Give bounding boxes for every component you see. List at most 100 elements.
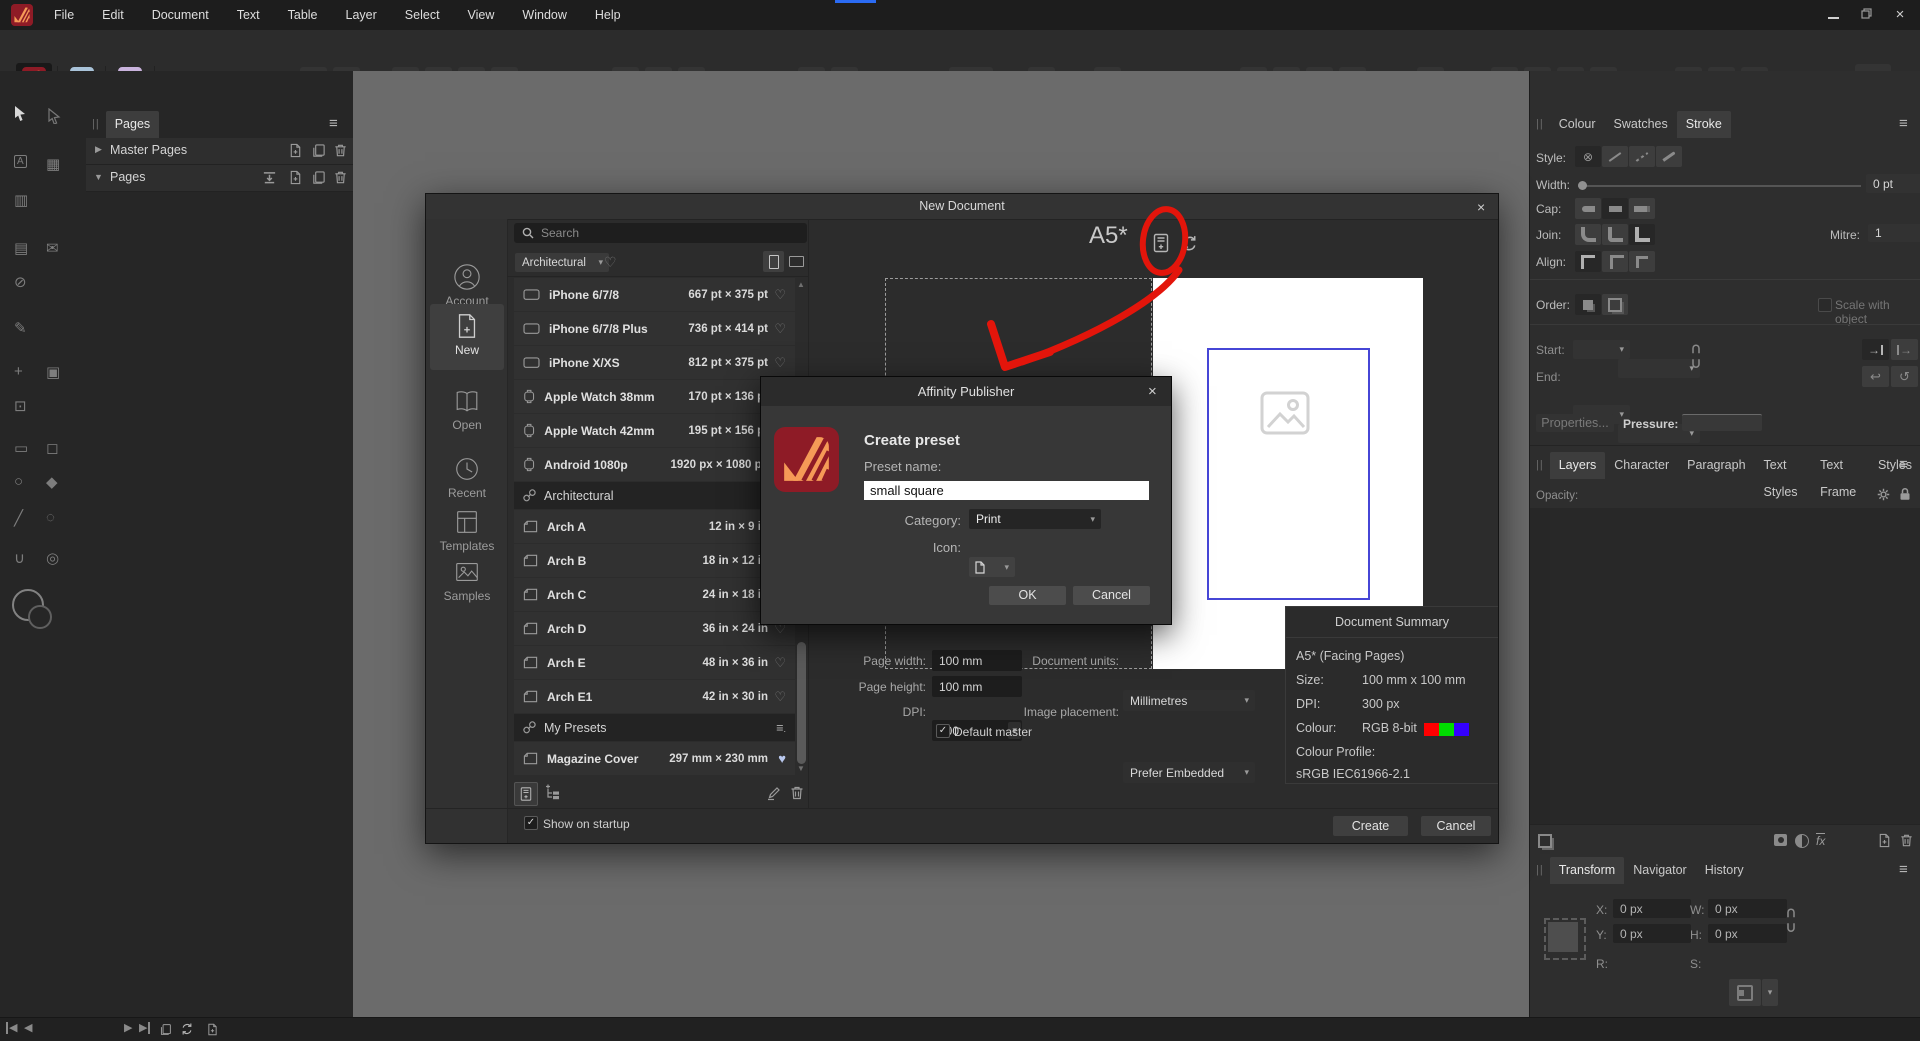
blend-options-gear-icon[interactable] — [1877, 488, 1890, 501]
menu-document[interactable]: Document — [138, 0, 223, 30]
move-pages-icon[interactable] — [262, 170, 277, 185]
category-dropdown[interactable]: Print ▾ — [969, 509, 1101, 529]
menu-window[interactable]: Window — [508, 0, 580, 30]
h-field[interactable]: 0 px — [1708, 924, 1787, 943]
previous-page-button[interactable]: ◀ — [24, 1021, 32, 1034]
preset-row[interactable]: Arch E 48 in × 36 in ♡ — [514, 646, 795, 679]
stroke-style-dash-button[interactable] — [1629, 146, 1655, 167]
create-button[interactable]: Create — [1333, 816, 1408, 836]
eyedropper-tool-icon[interactable]: ╱ — [14, 509, 23, 527]
transparency-tool-icon[interactable]: ⊘ — [14, 273, 27, 291]
pages-panel-menu-icon[interactable]: ≡ — [329, 115, 338, 132]
preset-row[interactable]: Apple Watch 38mm170 pt × 136 pt♡ — [514, 380, 795, 413]
last-page-button[interactable]: ▶​ — [139, 1021, 151, 1034]
icon-dropdown[interactable]: ▾ — [969, 557, 1015, 577]
menu-layer[interactable]: Layer — [332, 0, 391, 30]
favourite-heart-icon[interactable]: ♡ — [768, 655, 786, 671]
cancel-preset-button[interactable]: Cancel — [1073, 586, 1150, 605]
chevron-down-icon[interactable]: ▼ — [94, 172, 103, 182]
add-category-button[interactable] — [544, 784, 561, 801]
pages-overview-icon[interactable] — [206, 1023, 219, 1036]
favourites-filter-heart-icon[interactable]: ♡ — [604, 254, 617, 271]
tab-history[interactable]: History — [1696, 857, 1753, 884]
preset-row[interactable]: iPhone 6/7/8 667 pt × 375 pt ♡ — [514, 278, 795, 311]
close-window-button[interactable]: × — [1885, 0, 1915, 30]
order-front-button[interactable] — [1575, 294, 1601, 315]
favourite-heart-icon[interactable]: ♡ — [768, 321, 786, 337]
section-menu-icon[interactable]: ≡. — [776, 721, 786, 735]
swap-arrows-button[interactable]: ↩ — [1862, 366, 1889, 387]
join-round-button[interactable] — [1575, 224, 1601, 245]
tab-navigator[interactable]: Navigator — [1624, 857, 1696, 884]
master-pages-row[interactable]: ▶ Master Pages — [86, 138, 353, 165]
nav-samples[interactable]: Samples — [430, 550, 504, 610]
arrow-align-tip-button[interactable]: → — [1862, 339, 1889, 360]
menu-text[interactable]: Text — [223, 0, 274, 30]
fill-tool-icon[interactable]: ◌ — [46, 509, 55, 526]
rectangle-tool-icon[interactable]: ▭ — [14, 439, 28, 457]
preset-row[interactable]: iPhone 6/7/8 Plus 736 pt × 414 pt ♡ — [514, 312, 795, 345]
save-preset-button[interactable] — [514, 782, 538, 806]
w-field[interactable]: 0 px — [1708, 899, 1787, 918]
frame-text-tool-icon[interactable]: ▥ — [14, 191, 28, 209]
cancel-button[interactable]: Cancel — [1421, 816, 1491, 836]
duplicate-icon[interactable] — [311, 170, 326, 185]
transform-panel-menu-icon[interactable]: ≡ — [1899, 861, 1908, 878]
cap-square-button[interactable] — [1629, 198, 1655, 219]
panel-grip[interactable]: || — [1536, 452, 1544, 479]
node-tool-icon[interactable] — [46, 108, 62, 124]
adjustment-layer-icon[interactable] — [1795, 834, 1809, 848]
join-bevel-button[interactable] — [1602, 224, 1628, 245]
tab-swatches[interactable]: Swatches — [1605, 111, 1677, 138]
pen-tool-icon[interactable]: ✎ — [14, 319, 27, 337]
document-units-dropdown[interactable]: Millimetres ▾ — [1123, 690, 1255, 711]
move-tool-icon[interactable] — [12, 105, 28, 121]
save-preset-icon[interactable] — [1150, 232, 1172, 254]
artistic-text-tool-icon[interactable]: A — [14, 155, 27, 168]
tab-colour[interactable]: Colour — [1550, 111, 1605, 138]
tab-transform[interactable]: Transform — [1549, 857, 1625, 884]
ellipse-tool-icon[interactable]: ○ — [14, 473, 23, 490]
x-field[interactable]: 0 px — [1613, 899, 1691, 918]
width-slider-knob[interactable] — [1578, 181, 1587, 190]
menu-select[interactable]: Select — [391, 0, 454, 30]
preset-section-architectural[interactable]: Architectural — [514, 482, 795, 509]
picture-frame-tool-icon[interactable]: ▤ — [14, 239, 28, 257]
align-centre-button[interactable] — [1575, 251, 1601, 272]
stroke-style-none-button[interactable]: ⊗ — [1575, 146, 1601, 167]
scroll-up-icon[interactable]: ▲ — [797, 280, 805, 289]
add-layer-icon[interactable] — [1877, 833, 1892, 848]
menu-view[interactable]: View — [454, 0, 509, 30]
favourite-heart-icon[interactable]: ♡ — [768, 689, 786, 705]
selection-box-mode-button[interactable] — [1729, 979, 1761, 1006]
anchor-point-selector[interactable] — [1544, 918, 1586, 960]
rounded-rectangle-tool-icon[interactable]: ◻ — [46, 439, 58, 457]
show-on-startup-checkbox[interactable]: ✓ — [524, 816, 538, 830]
scale-with-object-checkbox[interactable] — [1818, 298, 1832, 312]
layer-effects-fx-icon[interactable]: fx — [1816, 833, 1826, 848]
lock-icon[interactable] — [1899, 487, 1911, 501]
panel-grip[interactable]: || — [1536, 857, 1544, 884]
image-placement-dropdown[interactable]: Prefer Embedded ▾ — [1123, 762, 1255, 783]
favourite-heart-icon[interactable]: ♡ — [768, 287, 786, 303]
preset-row[interactable]: Arch E1 42 in × 30 in ♡ — [514, 680, 795, 713]
crop-tool-icon[interactable]: ⊡ — [14, 397, 27, 415]
vector-brush-tool-icon[interactable]: + — [14, 363, 23, 380]
stroke-style-solid-button[interactable] — [1602, 146, 1628, 167]
preset-row[interactable]: Arch D 36 in × 24 in ♡ — [514, 612, 795, 645]
close-preset-dialog-icon[interactable]: × — [1148, 383, 1157, 400]
align-inside-button[interactable] — [1602, 251, 1628, 272]
y-field[interactable]: 0 px — [1613, 924, 1691, 943]
portrait-view-toggle[interactable] — [763, 251, 784, 272]
panel-grip[interactable]: || — [1536, 111, 1544, 138]
preset-row[interactable]: Arch B18 in × 12 in♡ — [514, 544, 795, 577]
scrollbar-thumb[interactable] — [797, 642, 806, 764]
favourite-heart-icon[interactable]: ♥ — [768, 751, 786, 766]
cap-butt-button[interactable] — [1575, 198, 1601, 219]
first-page-button[interactable]: ​◀ — [6, 1021, 17, 1034]
delete-preset-button[interactable] — [789, 785, 805, 801]
mitre-value-field[interactable]: 1 — [1868, 224, 1920, 242]
hand-tool-icon[interactable]: ∪ — [14, 549, 25, 567]
page-tool-icon[interactable]: ✉ — [46, 239, 59, 257]
tab-stroke[interactable]: Stroke — [1676, 111, 1731, 138]
